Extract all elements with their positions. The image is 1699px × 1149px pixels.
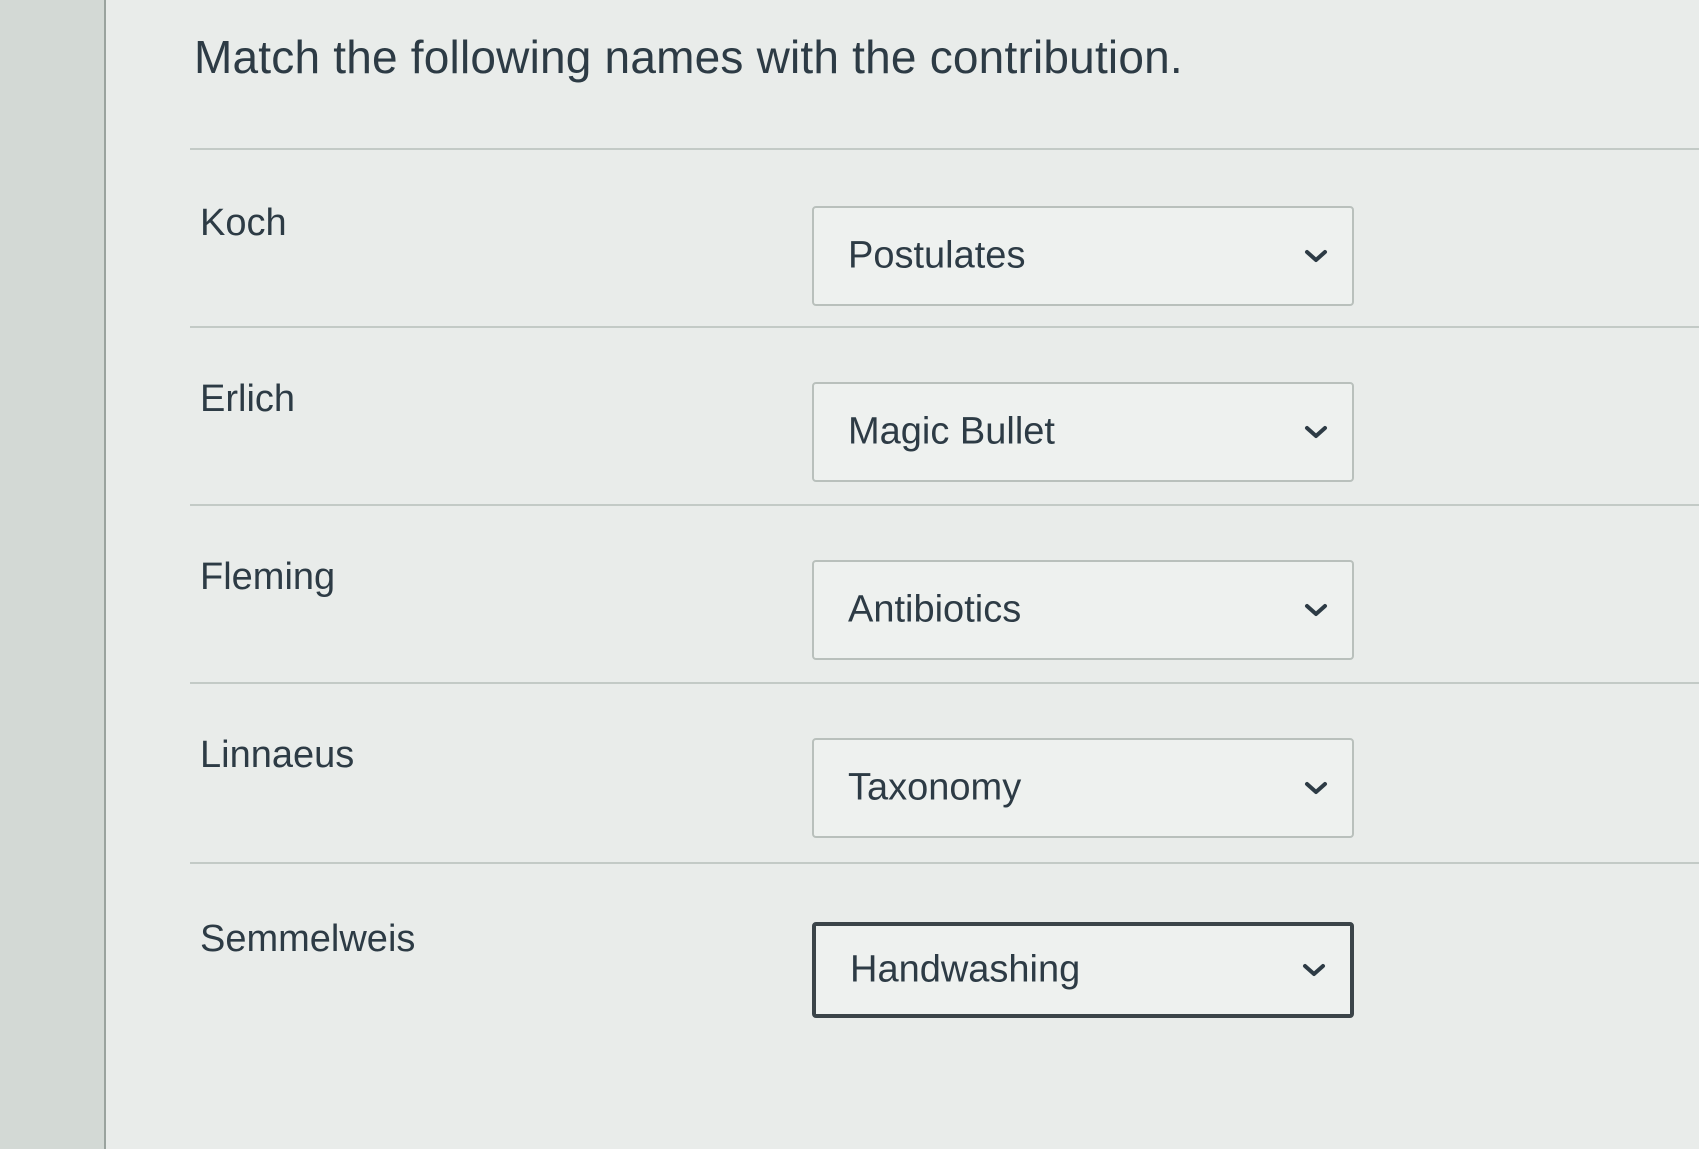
chevron-down-icon bbox=[1305, 250, 1327, 262]
match-row-erlich: Erlich Magic Bullet bbox=[106, 364, 1699, 554]
match-row-semmelweis: Semmelweis Handwashing bbox=[106, 904, 1699, 1094]
chevron-down-icon bbox=[1305, 782, 1327, 794]
answer-select-fleming[interactable]: Antibiotics bbox=[812, 560, 1354, 660]
chevron-down-icon bbox=[1305, 604, 1327, 616]
term-label-linnaeus: Linnaeus bbox=[200, 734, 355, 776]
chevron-down-icon bbox=[1305, 426, 1327, 438]
chevron-down-icon bbox=[1303, 964, 1325, 976]
row-divider bbox=[190, 682, 1699, 684]
row-divider bbox=[190, 862, 1699, 864]
row-divider bbox=[190, 504, 1699, 506]
row-divider bbox=[190, 326, 1699, 328]
answer-select-semmelweis[interactable]: Handwashing bbox=[812, 922, 1354, 1018]
selected-answer-fleming: Antibiotics bbox=[848, 588, 1022, 631]
term-label-koch: Koch bbox=[200, 202, 287, 244]
question-prompt: Match the following names with the contr… bbox=[194, 31, 1183, 83]
answer-select-erlich[interactable]: Magic Bullet bbox=[812, 382, 1354, 482]
selected-answer-semmelweis: Handwashing bbox=[850, 948, 1081, 991]
answer-select-linnaeus[interactable]: Taxonomy bbox=[812, 738, 1354, 838]
selected-answer-linnaeus: Taxonomy bbox=[848, 766, 1022, 809]
term-label-fleming: Fleming bbox=[200, 556, 336, 598]
match-row-koch: Koch Postulates bbox=[106, 188, 1699, 378]
matching-question-panel: Match the following names with the contr… bbox=[106, 0, 1699, 1149]
term-label-semmelweis: Semmelweis bbox=[200, 918, 416, 960]
term-label-erlich: Erlich bbox=[200, 378, 296, 420]
left-margin-strip bbox=[0, 0, 106, 1149]
question-divider bbox=[190, 148, 1699, 150]
match-row-linnaeus: Linnaeus Taxonomy bbox=[106, 720, 1699, 910]
answer-select-koch[interactable]: Postulates bbox=[812, 206, 1354, 306]
selected-answer-erlich: Magic Bullet bbox=[848, 410, 1055, 453]
selected-answer-koch: Postulates bbox=[848, 234, 1026, 277]
match-row-fleming: Fleming Antibiotics bbox=[106, 542, 1699, 732]
